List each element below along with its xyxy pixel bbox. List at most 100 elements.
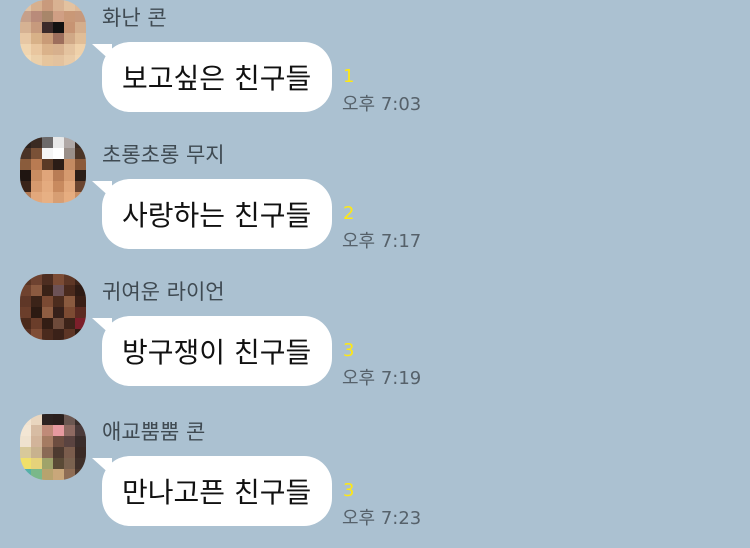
avatar-pixel	[64, 44, 75, 55]
avatar-pixel	[42, 22, 53, 33]
avatar-pixel	[42, 414, 53, 425]
avatar-pixel	[31, 181, 42, 192]
avatar-pixel	[53, 148, 64, 159]
avatar-pixel	[75, 181, 86, 192]
avatar-pixel	[31, 307, 42, 318]
avatar-pixel	[64, 159, 75, 170]
avatar-pixel	[64, 11, 75, 22]
avatar-pixel	[53, 469, 64, 480]
avatar-pixel	[20, 274, 31, 285]
avatar[interactable]	[20, 0, 86, 66]
avatar-pixel	[75, 329, 86, 340]
avatar-pixel	[42, 425, 53, 436]
avatar-pixel	[75, 307, 86, 318]
avatar-pixel	[75, 447, 86, 458]
avatar-pixel	[53, 436, 64, 447]
message-text: 사랑하는 친구들	[122, 199, 312, 232]
avatar-pixel	[53, 458, 64, 469]
message-bubble[interactable]: 보고싶은 친구들	[102, 42, 332, 112]
avatar-pixel	[53, 0, 64, 11]
avatar-pixel	[53, 11, 64, 22]
avatar-pixel	[64, 0, 75, 11]
avatar-pixel	[42, 170, 53, 181]
avatar-pixel	[64, 425, 75, 436]
avatar-pixel	[31, 0, 42, 11]
chat-message: 귀여운 라이언 방구쟁이 친구들 3 오후 7:19	[0, 274, 750, 404]
avatar-pixel	[42, 11, 53, 22]
message-time: 오후 7:23	[342, 508, 422, 529]
avatar-pixel	[20, 296, 31, 307]
avatar-pixel	[53, 285, 64, 296]
avatar-pixel	[20, 307, 31, 318]
avatar-pixel	[20, 469, 31, 480]
avatar-pixel	[20, 414, 31, 425]
unread-count: 1	[343, 66, 355, 87]
avatar-pixel	[53, 137, 64, 148]
avatar-pixel	[20, 0, 31, 11]
avatar-pixel	[64, 137, 75, 148]
message-text: 보고싶은 친구들	[122, 62, 312, 95]
avatar-pixel	[31, 55, 42, 66]
message-bubble[interactable]: 만나고픈 친구들	[102, 456, 332, 526]
avatar-pixel	[31, 11, 42, 22]
message-bubble[interactable]: 방구쟁이 친구들	[102, 316, 332, 386]
avatar-pixel	[75, 192, 86, 203]
avatar-pixel	[42, 44, 53, 55]
avatar-pixel	[53, 296, 64, 307]
message-bubble[interactable]: 사랑하는 친구들	[102, 179, 332, 249]
avatar-pixel	[75, 55, 86, 66]
avatar-pixel	[53, 22, 64, 33]
avatar-pixel	[20, 329, 31, 340]
unread-count: 3	[343, 480, 355, 501]
avatar-pixel	[31, 274, 42, 285]
message-text: 만나고픈 친구들	[122, 476, 312, 509]
avatar-pixel	[75, 170, 86, 181]
sender-name: 애교뿜뿜 콘	[102, 420, 206, 444]
avatar-pixel	[42, 447, 53, 458]
avatar-pixel	[31, 148, 42, 159]
avatar-pixel	[42, 329, 53, 340]
avatar-pixel	[64, 329, 75, 340]
avatar[interactable]	[20, 414, 86, 480]
avatar-pixel	[64, 414, 75, 425]
avatar-pixel	[20, 318, 31, 329]
sender-name: 초롱초롱 무지	[102, 143, 225, 167]
avatar-pixel	[20, 159, 31, 170]
avatar-pixel	[20, 33, 31, 44]
avatar-pixel	[20, 11, 31, 22]
avatar-pixel	[20, 285, 31, 296]
sender-name: 화난 콘	[102, 6, 167, 30]
avatar-pixel	[53, 192, 64, 203]
avatar-pixel	[53, 170, 64, 181]
avatar-pixel	[42, 0, 53, 11]
avatar-pixel	[31, 318, 42, 329]
avatar-pixel	[64, 192, 75, 203]
avatar-pixel	[42, 296, 53, 307]
message-time: 오후 7:19	[342, 368, 422, 389]
avatar-pixel	[42, 33, 53, 44]
avatar-pixel	[53, 44, 64, 55]
avatar-pixel	[31, 447, 42, 458]
avatar[interactable]	[20, 274, 86, 340]
avatar-pixel	[64, 22, 75, 33]
chat-message: 화난 콘 보고싶은 친구들 1 오후 7:03	[0, 0, 750, 130]
avatar-pixel	[64, 469, 75, 480]
avatar-pixel	[42, 159, 53, 170]
avatar-pixel	[31, 296, 42, 307]
avatar-pixel	[53, 447, 64, 458]
unread-count: 3	[343, 340, 355, 361]
avatar-pixel	[53, 307, 64, 318]
avatar-pixel	[64, 170, 75, 181]
avatar-pixel	[53, 329, 64, 340]
avatar[interactable]	[20, 137, 86, 203]
avatar-pixel	[64, 436, 75, 447]
avatar-pixel	[75, 137, 86, 148]
avatar-pixel	[75, 414, 86, 425]
avatar-pixel	[31, 414, 42, 425]
avatar-pixel	[53, 318, 64, 329]
chat-message-list[interactable]: 화난 콘 보고싶은 친구들 1 오후 7:03 초롱초롱 무지 사랑하는 친구들…	[0, 0, 750, 548]
avatar-pixel	[42, 318, 53, 329]
avatar-pixel	[75, 11, 86, 22]
avatar-pixel	[42, 192, 53, 203]
avatar-pixel	[31, 285, 42, 296]
